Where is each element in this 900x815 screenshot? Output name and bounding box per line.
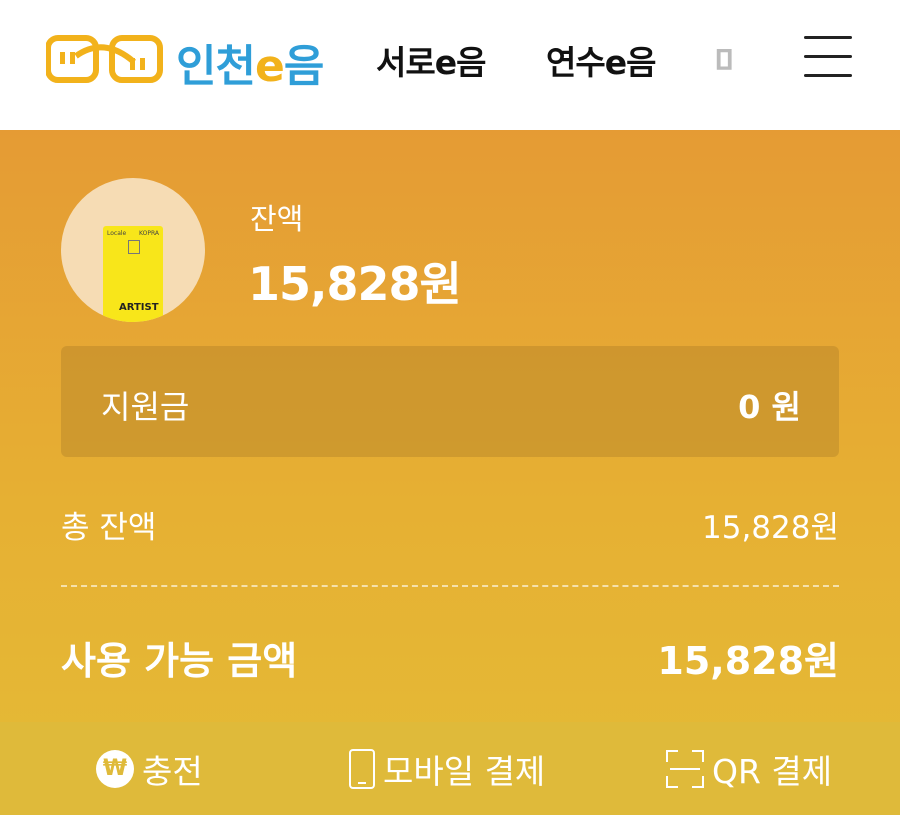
available-amount-value: 15,828원 [657, 639, 839, 683]
balance-value: 15,828원 [248, 257, 462, 311]
total-balance-label: 총 잔액 [61, 510, 157, 546]
app-header: 인천e음 서로e음 연수e음 미 [0, 0, 900, 130]
available-amount-label: 사용 가능 금액 [61, 639, 298, 683]
card-logo-icon [128, 240, 140, 254]
mobile-pay-button[interactable]: 모바일 결제 [349, 722, 545, 815]
qr-pay-button[interactable]: QR 결제 [666, 722, 832, 815]
charge-button[interactable]: ₩ 충전 [96, 722, 203, 815]
tab-partial[interactable]: 미 [714, 36, 736, 84]
tab-yeonsu-eum[interactable]: 연수e음 [546, 36, 656, 84]
card-name: ARTIST [119, 302, 159, 313]
subsidy-label: 지원금 [101, 388, 190, 426]
card-thumbnail[interactable]: Locale KOPRA ARTIST [61, 178, 205, 322]
subsidy-value: 0 원 [738, 388, 801, 426]
card-image: Locale KOPRA ARTIST [103, 226, 163, 322]
qr-pay-label: QR 결제 [712, 751, 833, 791]
qr-scan-icon [666, 749, 704, 788]
incheon-eum-logo[interactable]: 인천e음 [45, 26, 336, 92]
charge-label: 충전 [142, 751, 203, 791]
dashed-divider [61, 585, 839, 587]
action-bar: ₩ 충전 모바일 결제 QR 결제 [0, 722, 900, 815]
subsidy-box: 지원금 0 원 [61, 346, 839, 457]
total-balance-value: 15,828원 [702, 510, 839, 546]
balance-panel: Locale KOPRA ARTIST 잔액 15,828원 지원금 0 원 총… [0, 130, 900, 815]
balance-label: 잔액 [250, 202, 304, 236]
phone-icon [349, 748, 375, 789]
tab-seoro-eum[interactable]: 서로e음 [376, 36, 486, 84]
hamburger-menu-icon[interactable] [800, 34, 854, 80]
won-icon: ₩ [96, 749, 134, 788]
logo-mark-icon [45, 35, 163, 83]
region-tabs: 서로e음 연수e음 미 [376, 36, 736, 86]
logo-text: 인천e음 [176, 41, 324, 92]
mobile-pay-label: 모바일 결제 [383, 751, 546, 791]
